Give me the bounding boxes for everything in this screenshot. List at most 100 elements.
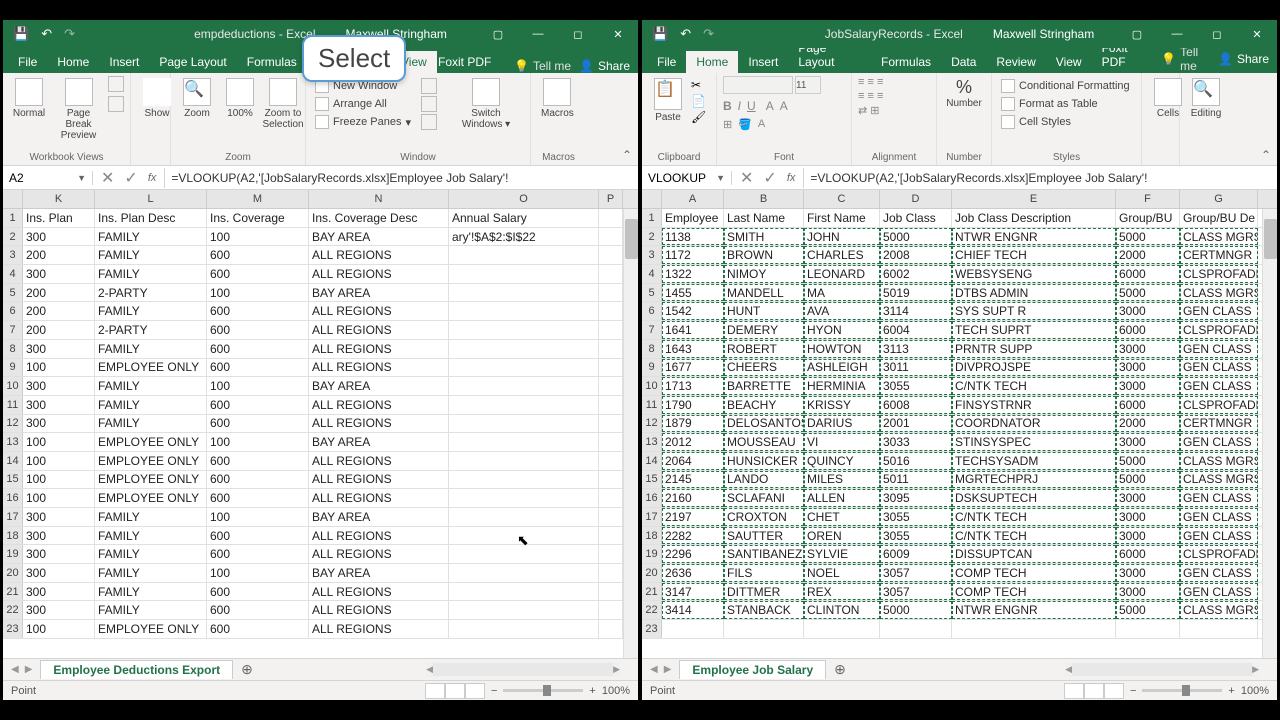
data-cell[interactable]: STINSYSPEC	[952, 433, 1116, 451]
data-cell[interactable]	[952, 620, 1116, 638]
data-cell[interactable]	[1116, 620, 1180, 638]
fx-icon[interactable]: fx	[787, 172, 796, 184]
data-cell[interactable]: 3055	[880, 527, 952, 545]
data-cell[interactable]: 3000	[1116, 302, 1180, 320]
row-header[interactable]: 9	[642, 359, 662, 377]
data-cell[interactable]: DITTMER	[724, 583, 804, 601]
data-cell[interactable]: ALL REGIONS	[309, 545, 449, 563]
data-cell[interactable]: 200	[23, 321, 95, 339]
data-cell[interactable]: MGRTECHPRJ	[952, 471, 1116, 489]
row-header[interactable]: 4	[3, 265, 23, 283]
data-cell[interactable]: 6000	[1116, 265, 1180, 283]
grid-left[interactable]: KLMNOP 1Ins. PlanIns. Plan DescIns. Cove…	[3, 190, 638, 658]
name-box-left[interactable]: A2▼	[3, 171, 93, 185]
cancel-formula-icon[interactable]: ✕	[740, 168, 753, 188]
row-header[interactable]: 11	[3, 396, 23, 414]
data-cell[interactable]	[599, 564, 623, 582]
data-cell[interactable]: 100	[207, 284, 309, 302]
data-cell[interactable]: DIVPROJSPE	[952, 359, 1116, 377]
row-header[interactable]: 7	[3, 321, 23, 339]
column-label-cell[interactable]	[599, 209, 623, 227]
data-cell[interactable]: TECH SUPRT	[952, 321, 1116, 339]
normal-view-button[interactable]: Normal	[9, 76, 49, 121]
data-cell[interactable]: 3000	[1116, 527, 1180, 545]
data-cell[interactable]: 300	[23, 508, 95, 526]
data-cell[interactable]: GEN CLASS	[1180, 527, 1258, 545]
close-icon[interactable]: ✕	[1237, 20, 1277, 48]
data-cell[interactable]: 6000	[1116, 396, 1180, 414]
data-cell[interactable]: 600	[207, 601, 309, 619]
formula-input-left[interactable]: =VLOOKUP(A2,'[JobSalaryRecords.xlsx]Empl…	[165, 171, 638, 185]
vertical-scrollbar-left[interactable]	[623, 209, 638, 658]
data-cell[interactable]: 600	[207, 452, 309, 470]
data-cell[interactable]: 5000	[880, 601, 952, 619]
tab-insert[interactable]: Insert	[738, 51, 788, 73]
column-header[interactable]: P	[599, 190, 623, 208]
data-cell[interactable]: FAMILY	[95, 265, 207, 283]
zoom-percent-right[interactable]: 100%	[1241, 685, 1269, 697]
sheet-nav-prev-icon[interactable]: ◀	[11, 664, 19, 675]
column-label-cell[interactable]: Ins. Coverage	[207, 209, 309, 227]
data-cell[interactable]: FAMILY	[95, 601, 207, 619]
save-icon[interactable]: 💾	[13, 26, 29, 42]
data-cell[interactable]: WEBSYSENG	[952, 265, 1116, 283]
data-cell[interactable]: 100	[207, 377, 309, 395]
data-cell[interactable]: GEN CLASS	[1180, 583, 1258, 601]
row-header[interactable]: 13	[3, 433, 23, 451]
data-cell[interactable]	[880, 620, 952, 638]
split-icon[interactable]	[421, 78, 437, 94]
data-cell[interactable]: FINSYSTRNR	[952, 396, 1116, 414]
data-cell[interactable]: 3055	[880, 377, 952, 395]
row-header[interactable]: 16	[3, 489, 23, 507]
row-header[interactable]: 6	[3, 302, 23, 320]
data-cell[interactable]	[449, 284, 599, 302]
data-cell[interactable]: SYLVIE	[804, 545, 880, 563]
data-cell[interactable]: FAMILY	[95, 564, 207, 582]
column-header[interactable]: O	[449, 190, 599, 208]
data-cell[interactable]: 3000	[1116, 583, 1180, 601]
fill-color-icon[interactable]: 🪣	[738, 118, 752, 131]
data-cell[interactable]: 6000	[1116, 545, 1180, 563]
data-cell[interactable]: GEN CLASS	[1180, 359, 1258, 377]
share-button-left[interactable]: 👤 Share	[579, 59, 630, 73]
data-cell[interactable]: ALL REGIONS	[309, 359, 449, 377]
data-cell[interactable]: 3000	[1116, 377, 1180, 395]
data-cell[interactable]: HUNT	[724, 302, 804, 320]
horizontal-scrollbar-left[interactable]: ◀▶	[426, 662, 620, 677]
ribbon-options-icon[interactable]: ▢	[1117, 20, 1157, 48]
data-cell[interactable]: MANDELL	[724, 284, 804, 302]
tab-home[interactable]: Home	[47, 51, 99, 73]
data-cell[interactable]: MA	[804, 284, 880, 302]
data-cell[interactable]: 5000	[1116, 471, 1180, 489]
data-cell[interactable]: SANTIBANEZ	[724, 545, 804, 563]
data-cell[interactable]: 1172	[662, 246, 724, 264]
formula-input-right[interactable]: =VLOOKUP(A2,'[JobSalaryRecords.xlsx]Empl…	[804, 171, 1277, 185]
data-cell[interactable]: FAMILY	[95, 228, 207, 246]
data-cell[interactable]: AVA	[804, 302, 880, 320]
format-as-table-button[interactable]: Format as Table	[998, 96, 1133, 112]
data-cell[interactable]	[449, 396, 599, 414]
data-cell[interactable]	[449, 583, 599, 601]
data-cell[interactable]: FAMILY	[95, 302, 207, 320]
data-cell[interactable]	[599, 508, 623, 526]
data-cell[interactable]: 3000	[1116, 564, 1180, 582]
data-cell[interactable]: CHARLES	[804, 246, 880, 264]
data-cell[interactable]	[449, 377, 599, 395]
data-cell[interactable]: CROXTON	[724, 508, 804, 526]
underline-icon[interactable]: U	[747, 99, 756, 113]
row-header[interactable]: 22	[642, 601, 662, 619]
column-label-cell[interactable]: Employee	[662, 209, 724, 227]
data-cell[interactable]: 600	[207, 302, 309, 320]
data-cell[interactable]: ALL REGIONS	[309, 471, 449, 489]
row-header[interactable]: 21	[3, 583, 23, 601]
data-cell[interactable]: 2001	[880, 415, 952, 433]
hide-icon[interactable]	[421, 96, 437, 112]
sheet-tab-right[interactable]: Employee Job Salary	[679, 660, 826, 679]
page-layout-view-icon[interactable]	[1084, 683, 1104, 699]
data-cell[interactable]: 2-PARTY	[95, 321, 207, 339]
data-cell[interactable]: 5000	[1116, 601, 1180, 619]
data-cell[interactable]: 2145	[662, 471, 724, 489]
tab-file[interactable]: File	[8, 51, 47, 73]
row-header[interactable]: 15	[3, 471, 23, 489]
data-cell[interactable]: FAMILY	[95, 583, 207, 601]
